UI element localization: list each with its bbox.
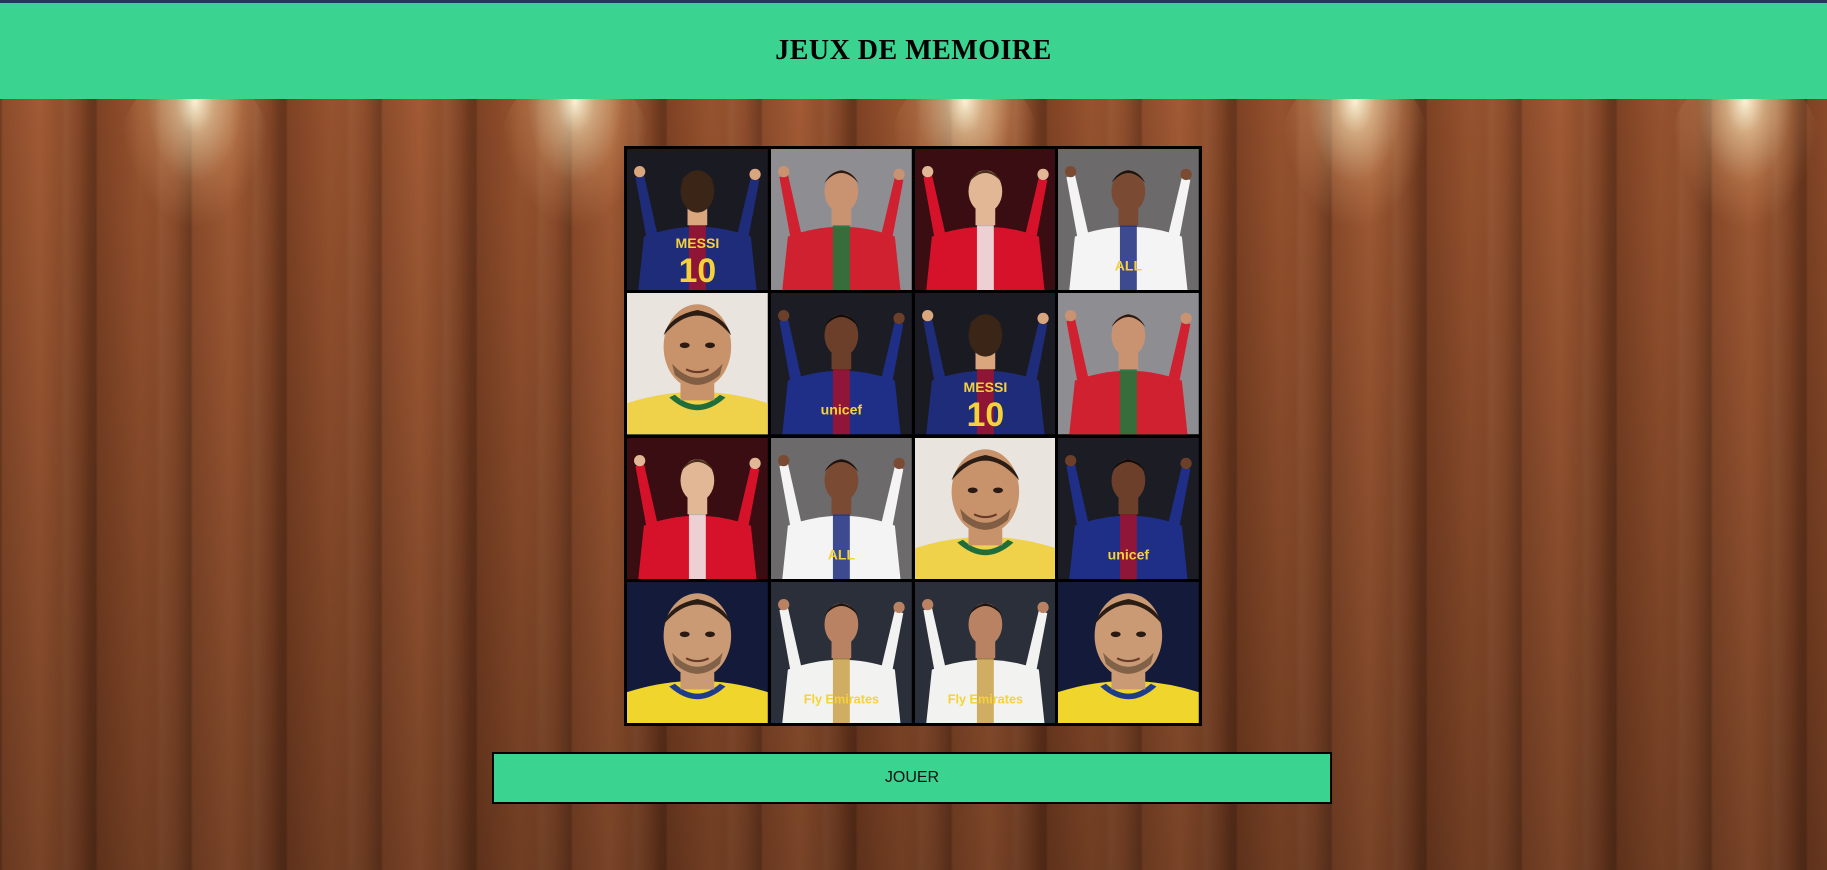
page-title: JEUX DE MEMOIRE xyxy=(775,35,1052,66)
jersey-text: ALL xyxy=(827,546,855,562)
jersey-text: unicef xyxy=(820,402,862,418)
memory-card-ibrahimovic[interactable] xyxy=(627,581,768,723)
player-photo: unicef xyxy=(770,293,912,435)
memory-card-ibrahimovic[interactable] xyxy=(1058,581,1199,723)
player-photo: MESSI10 xyxy=(627,149,768,291)
memory-card-ronaldo[interactable] xyxy=(770,149,912,291)
memory-board: MESSI 10 ALL unicef MESSI 10 ALL unicef Fly Emir… xyxy=(624,146,1202,726)
memory-card-ronaldinho[interactable]: unicef xyxy=(1058,437,1199,579)
player-photo: Fly Emirates xyxy=(770,581,912,723)
player-photo xyxy=(627,293,768,435)
memory-card-benzema[interactable]: Fly Emirates xyxy=(770,581,912,723)
page-header: JEUX DE MEMOIRE xyxy=(0,3,1827,99)
memory-card-ronaldinho[interactable]: unicef xyxy=(770,293,912,435)
player-photo: ALL xyxy=(1058,149,1199,291)
player-photo xyxy=(627,437,768,579)
jersey-text: MESSI xyxy=(963,379,1007,395)
jersey-number: 10 xyxy=(966,396,1004,434)
jersey-text: unicef xyxy=(1108,546,1150,562)
memory-card-ronaldo[interactable] xyxy=(1058,293,1199,435)
player-photo xyxy=(1058,293,1199,435)
ceiling-light xyxy=(120,99,270,229)
memory-card-neymar[interactable] xyxy=(627,293,768,435)
memory-card-neymar[interactable] xyxy=(914,437,1056,579)
player-photo xyxy=(914,149,1056,291)
memory-card-lewandowski[interactable] xyxy=(914,149,1056,291)
player-photo: ALL xyxy=(770,437,912,579)
memory-card-messi[interactable]: MESSI 10 xyxy=(914,293,1056,435)
memory-card-lewandowski[interactable] xyxy=(627,437,768,579)
memory-card-messi[interactable]: MESSI 10 xyxy=(627,149,768,291)
player-photo xyxy=(770,149,912,291)
play-button[interactable]: JOUER xyxy=(492,752,1332,804)
jersey-text: MESSI xyxy=(675,235,719,251)
ceiling-light xyxy=(1670,99,1820,229)
jersey-text: Fly Emirates xyxy=(803,692,878,706)
player-photo: MESSI10 xyxy=(914,293,1056,435)
jersey-text: Fly Emirates xyxy=(947,692,1022,706)
memory-card-benzema[interactable]: Fly Emirates xyxy=(914,581,1056,723)
jersey-number: 10 xyxy=(679,252,717,290)
ceiling-light xyxy=(1280,99,1430,229)
player-photo xyxy=(627,581,768,723)
memory-card-mbappe[interactable]: ALL xyxy=(770,437,912,579)
player-photo: Fly Emirates xyxy=(914,581,1056,723)
memory-card-mbappe[interactable]: ALL xyxy=(1058,149,1199,291)
jersey-text: ALL xyxy=(1115,257,1143,273)
player-photo xyxy=(914,437,1056,579)
player-photo: unicef xyxy=(1058,437,1199,579)
player-photo xyxy=(1058,581,1199,723)
